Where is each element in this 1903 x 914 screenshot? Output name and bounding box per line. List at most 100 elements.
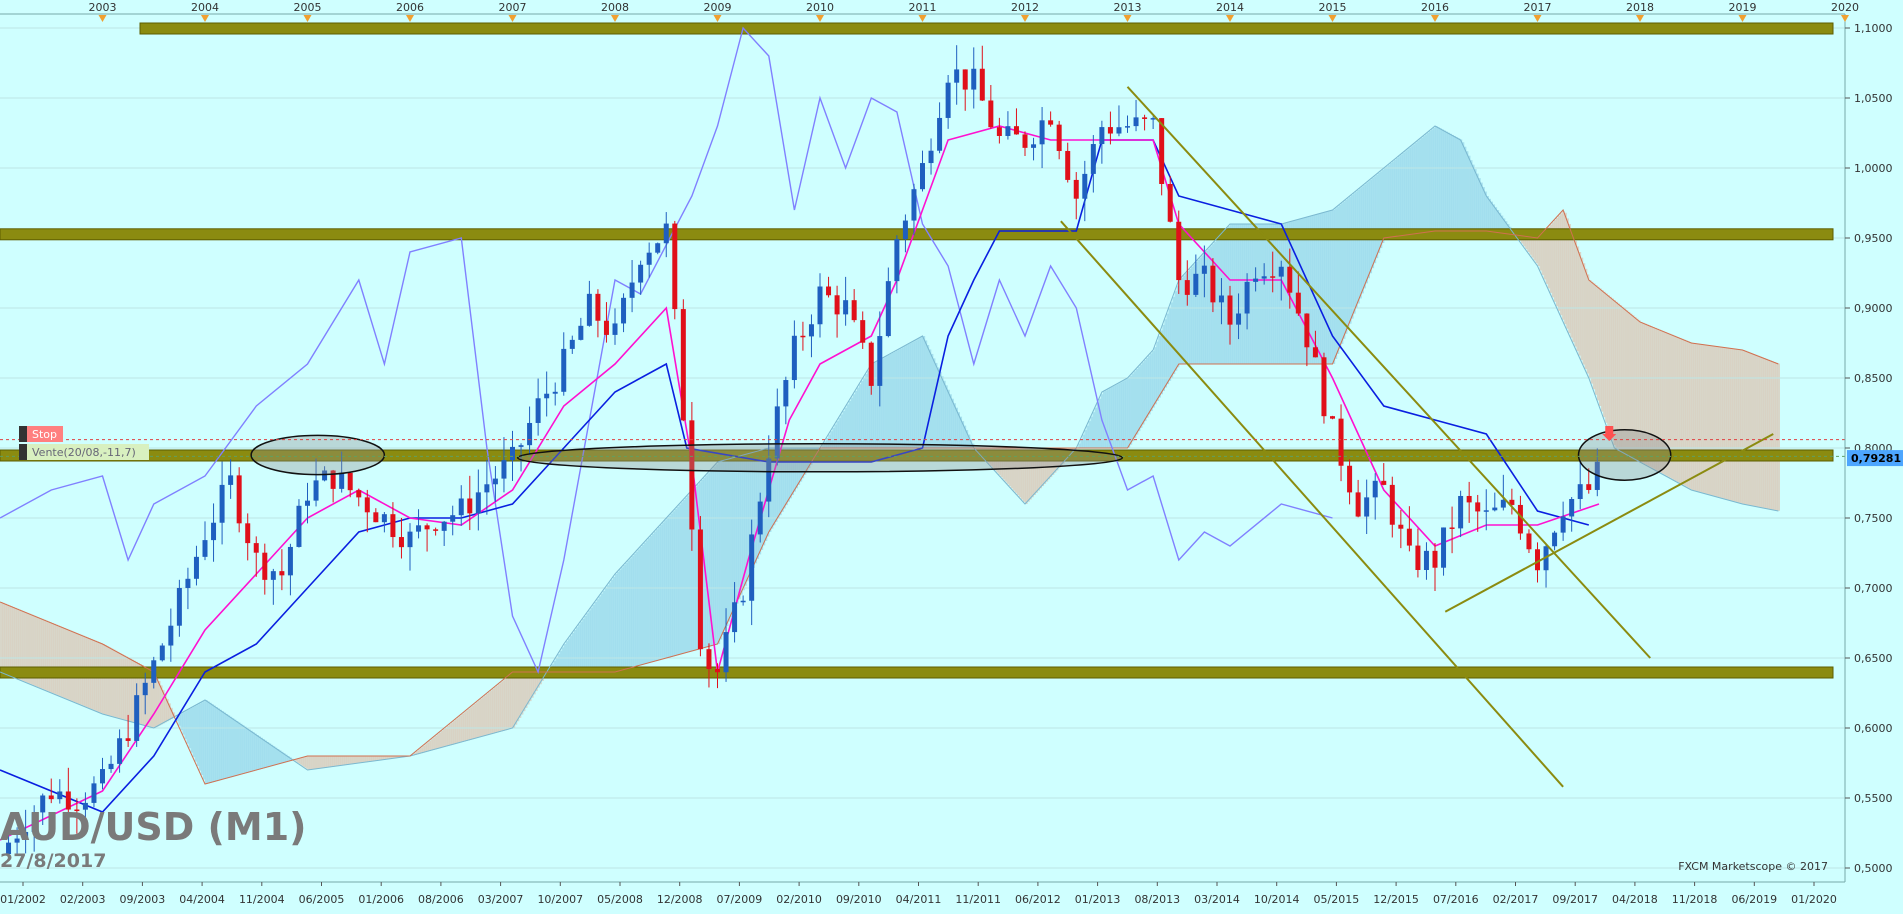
candle[interactable] xyxy=(1578,484,1583,499)
candle[interactable] xyxy=(1526,533,1531,549)
candle[interactable] xyxy=(177,588,182,626)
candle[interactable] xyxy=(749,534,754,600)
candle[interactable] xyxy=(279,571,284,575)
candle[interactable] xyxy=(1236,313,1241,324)
candle[interactable] xyxy=(946,83,951,118)
candle[interactable] xyxy=(1262,276,1267,278)
candle[interactable] xyxy=(1048,120,1053,124)
candle[interactable] xyxy=(1099,127,1104,144)
candle[interactable] xyxy=(288,547,293,575)
candle[interactable] xyxy=(655,243,660,252)
candle[interactable] xyxy=(1185,280,1190,295)
candle[interactable] xyxy=(1347,466,1352,493)
candle[interactable] xyxy=(168,626,173,646)
candle[interactable] xyxy=(741,601,746,603)
candle[interactable] xyxy=(1091,144,1096,174)
candle[interactable] xyxy=(681,309,686,420)
candle[interactable] xyxy=(1253,279,1258,282)
candle[interactable] xyxy=(382,514,387,522)
candle[interactable] xyxy=(980,69,985,101)
candle[interactable] xyxy=(527,423,532,445)
candle[interactable] xyxy=(501,460,506,478)
candle[interactable] xyxy=(809,324,814,336)
candle[interactable] xyxy=(1586,484,1591,490)
candle[interactable] xyxy=(484,484,489,492)
candle[interactable] xyxy=(638,265,643,283)
candle[interactable] xyxy=(561,349,566,392)
candle[interactable] xyxy=(971,69,976,90)
candle[interactable] xyxy=(1270,276,1275,278)
candle[interactable] xyxy=(1202,266,1207,274)
candle[interactable] xyxy=(1450,527,1455,529)
candle[interactable] xyxy=(1116,127,1121,133)
candle[interactable] xyxy=(1168,184,1173,222)
candle[interactable] xyxy=(1014,126,1019,134)
candle[interactable] xyxy=(1569,499,1574,516)
candle[interactable] xyxy=(911,189,916,220)
candle[interactable] xyxy=(126,738,131,741)
candle[interactable] xyxy=(1501,500,1506,508)
candle[interactable] xyxy=(1398,525,1403,529)
candle[interactable] xyxy=(954,69,959,82)
candle[interactable] xyxy=(1373,481,1378,498)
candle[interactable] xyxy=(365,497,370,512)
candle[interactable] xyxy=(1561,516,1566,532)
candle[interactable] xyxy=(271,571,276,580)
candle[interactable] xyxy=(689,420,694,529)
candle[interactable] xyxy=(1441,527,1446,567)
candle[interactable] xyxy=(305,501,310,506)
candle[interactable] xyxy=(476,492,481,513)
candle[interactable] xyxy=(1407,529,1412,546)
candle[interactable] xyxy=(373,512,378,522)
candle[interactable] xyxy=(595,294,600,321)
highlight-ellipse[interactable] xyxy=(518,444,1123,472)
candle[interactable] xyxy=(783,380,788,406)
candle[interactable] xyxy=(1296,293,1301,314)
candle[interactable] xyxy=(211,523,216,540)
support-resistance-band[interactable] xyxy=(0,667,1833,678)
candle[interactable] xyxy=(852,300,857,320)
candle[interactable] xyxy=(1040,120,1045,144)
candle[interactable] xyxy=(510,447,515,460)
candle[interactable] xyxy=(1065,151,1070,180)
candle[interactable] xyxy=(194,557,199,579)
candle[interactable] xyxy=(672,224,677,310)
candle[interactable] xyxy=(1134,117,1139,126)
candle[interactable] xyxy=(1415,546,1420,570)
candle[interactable] xyxy=(100,769,105,783)
highlight-ellipse[interactable] xyxy=(1579,430,1671,480)
support-resistance-band[interactable] xyxy=(0,229,1833,240)
candle[interactable] xyxy=(818,287,823,325)
candle[interactable] xyxy=(109,764,114,769)
candle[interactable] xyxy=(91,783,96,803)
candle[interactable] xyxy=(1151,118,1156,120)
candle[interactable] xyxy=(843,300,848,314)
candle[interactable] xyxy=(1082,174,1087,199)
candle[interactable] xyxy=(1339,419,1344,466)
candle[interactable] xyxy=(203,540,208,557)
candle[interactable] xyxy=(314,480,319,500)
candle[interactable] xyxy=(920,163,925,189)
candle[interactable] xyxy=(800,336,805,338)
candle[interactable] xyxy=(228,475,233,485)
candle[interactable] xyxy=(792,336,797,380)
candle[interactable] xyxy=(49,795,54,799)
candle[interactable] xyxy=(544,394,549,399)
candle[interactable] xyxy=(262,553,267,580)
candle[interactable] xyxy=(467,498,472,513)
candle[interactable] xyxy=(1390,485,1395,525)
candle[interactable] xyxy=(536,398,541,423)
candle[interactable] xyxy=(425,525,430,529)
candle[interactable] xyxy=(630,283,635,298)
candle[interactable] xyxy=(715,669,720,672)
candle[interactable] xyxy=(835,295,840,314)
candle[interactable] xyxy=(1458,496,1463,528)
candle[interactable] xyxy=(758,502,763,535)
candle[interactable] xyxy=(1304,314,1309,348)
candle[interactable] xyxy=(1219,295,1224,302)
candle[interactable] xyxy=(1142,117,1147,119)
candle[interactable] xyxy=(442,522,447,531)
candle[interactable] xyxy=(647,253,652,265)
candle[interactable] xyxy=(1433,551,1438,568)
candle[interactable] xyxy=(1364,497,1369,516)
